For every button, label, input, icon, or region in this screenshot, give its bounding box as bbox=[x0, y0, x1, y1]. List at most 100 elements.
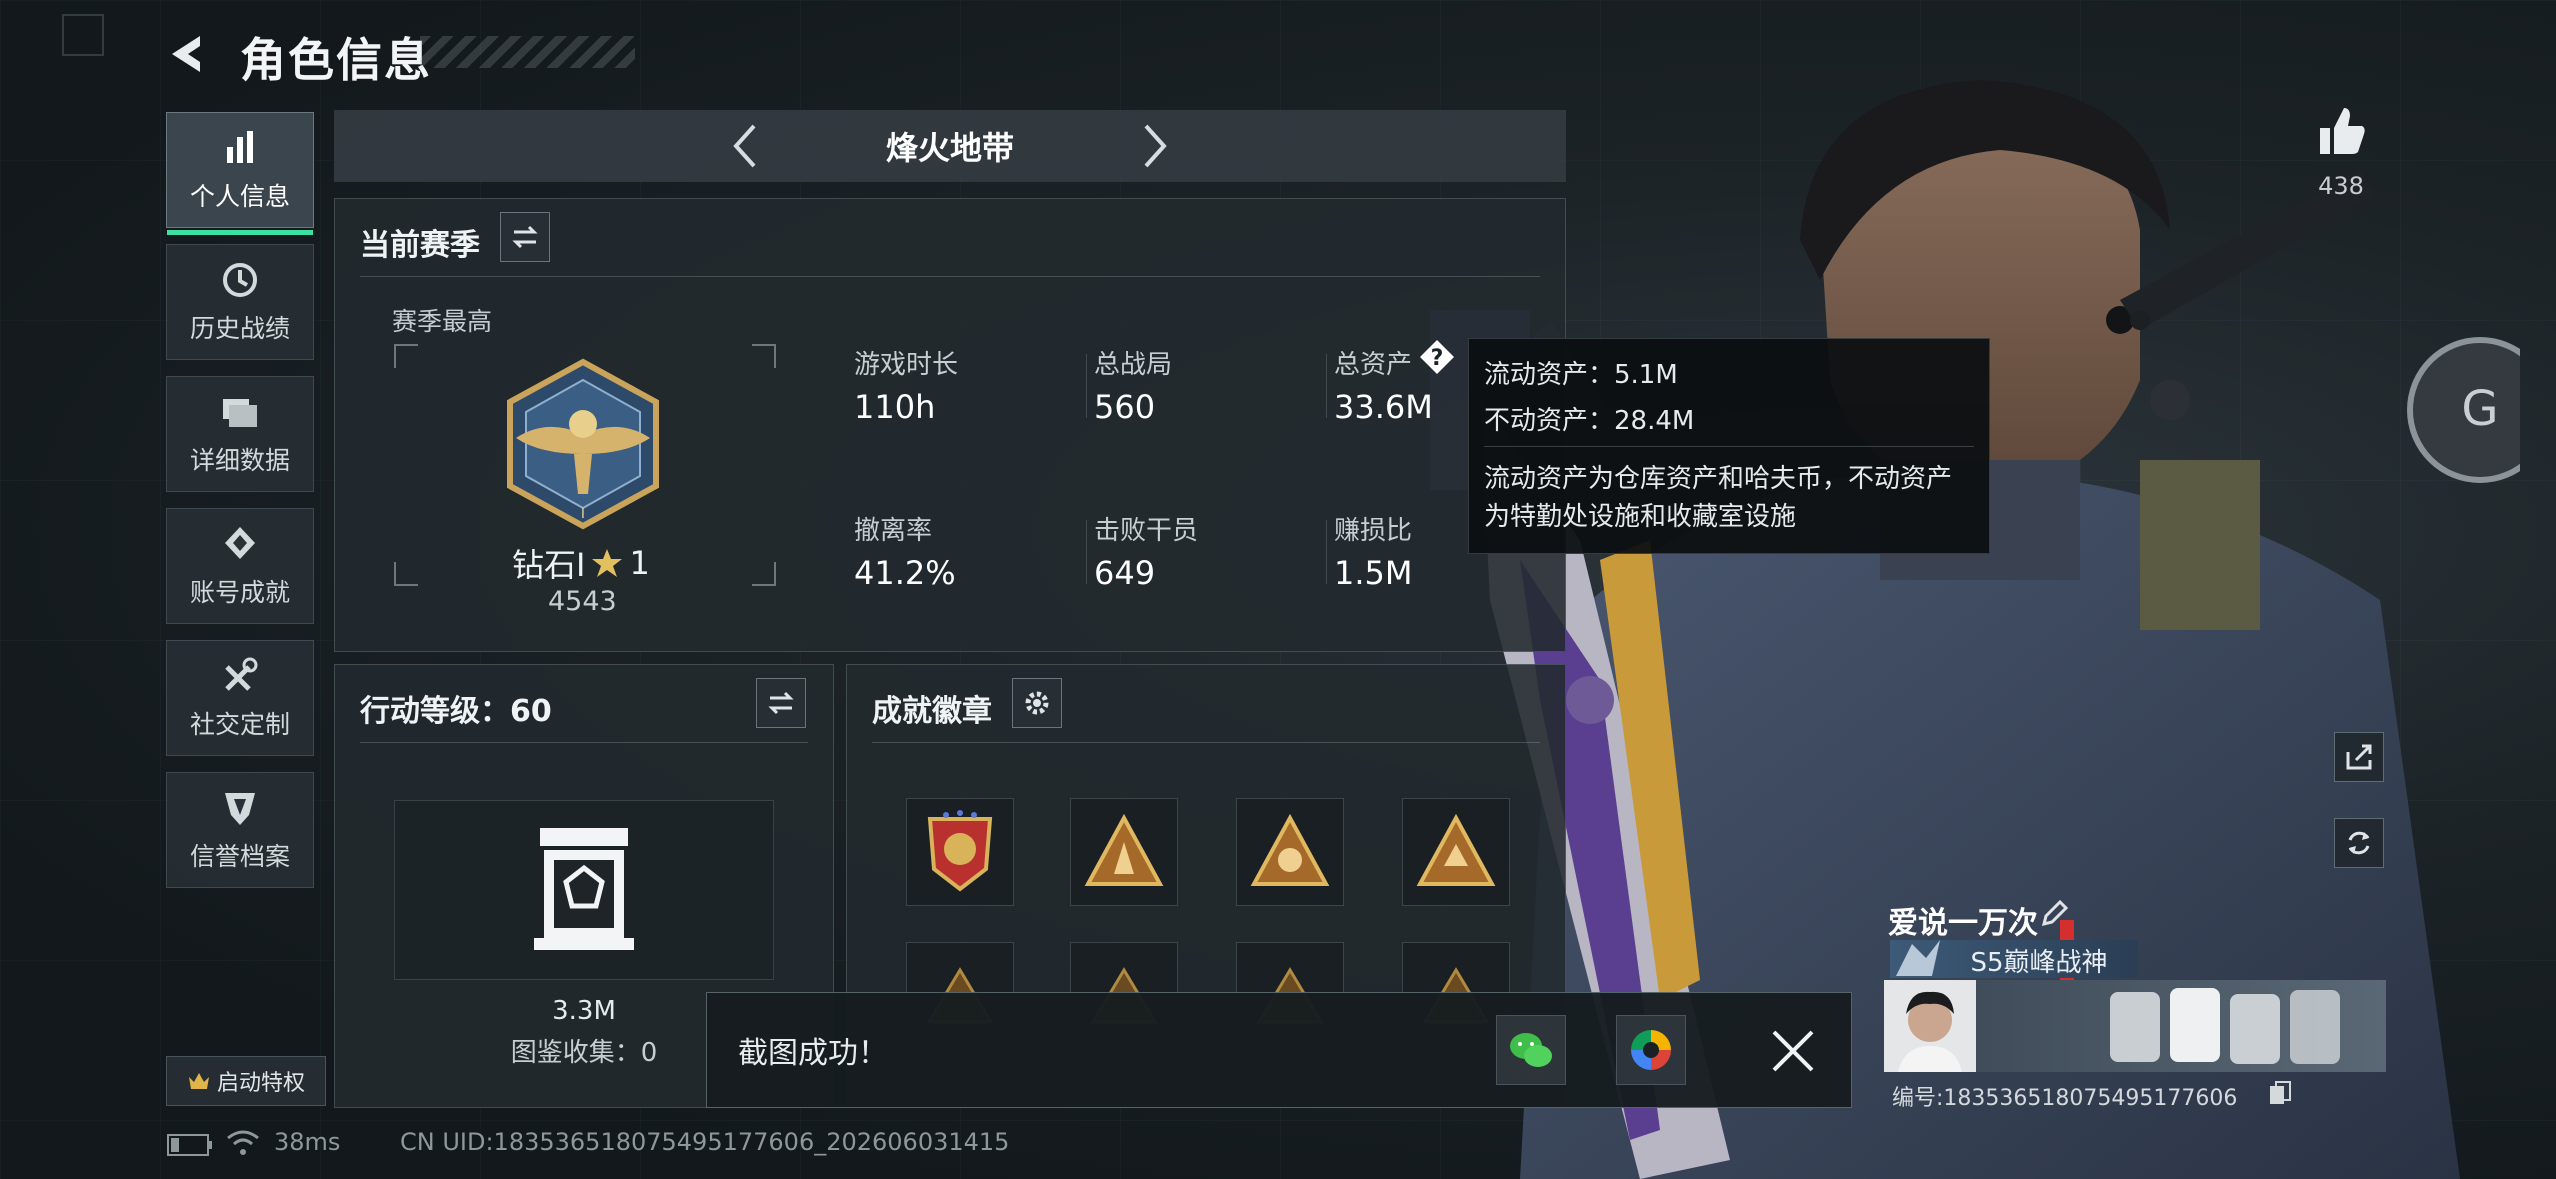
stat-separator bbox=[1326, 354, 1327, 418]
achievement-badge[interactable] bbox=[1402, 798, 1510, 906]
shield-icon bbox=[225, 793, 255, 825]
sidebar-item-personal-info[interactable]: 个人信息 bbox=[166, 112, 314, 235]
sidebar-item-label: 信誉档案 bbox=[189, 842, 290, 871]
close-icon[interactable] bbox=[1766, 1024, 1820, 1078]
stat-label-playtime: 游戏时长 bbox=[854, 350, 959, 380]
frame-corner bbox=[394, 344, 418, 368]
sidebar-item-label: 详细数据 bbox=[189, 446, 290, 475]
stat-value-extract-rate: 41.2% bbox=[854, 554, 956, 592]
stat-label-extract-rate: 撤离率 bbox=[854, 516, 933, 546]
achievement-badge[interactable] bbox=[1236, 798, 1344, 906]
like-count: 438 bbox=[2318, 172, 2364, 200]
share-button[interactable] bbox=[2334, 732, 2384, 782]
achievements-title: 成就徽章 bbox=[872, 694, 992, 729]
chevron-left-icon[interactable] bbox=[720, 118, 776, 174]
divider bbox=[872, 742, 1540, 743]
ping-value: 38ms bbox=[274, 1128, 341, 1156]
share-wechat-button[interactable] bbox=[1496, 1015, 1566, 1085]
mode-title: 烽火地带 bbox=[885, 129, 1014, 167]
thumbs-up-icon[interactable] bbox=[2314, 104, 2368, 158]
rank-emblem-icon: I bbox=[507, 358, 659, 530]
divider bbox=[360, 276, 1540, 277]
stat-label-matches: 总战局 bbox=[1094, 350, 1173, 380]
stat-separator bbox=[1326, 520, 1327, 584]
stat-value-assets: 33.6M bbox=[1334, 388, 1433, 426]
tooltip-liquid-assets: 流动资产：5.1M bbox=[1484, 360, 1678, 390]
tools-icon bbox=[225, 657, 258, 691]
svg-text:?: ? bbox=[1431, 346, 1444, 371]
player-id: 编号:1835365180754951776​06 bbox=[1892, 1086, 2238, 1111]
sidebar-item-history[interactable]: 历史战绩 bbox=[166, 244, 314, 360]
sidebar-item-label: 账号成就 bbox=[189, 578, 290, 607]
title-decoration bbox=[420, 36, 635, 68]
season-title: 当前赛季 bbox=[360, 228, 480, 263]
wifi-icon bbox=[227, 1130, 259, 1155]
rank-name-row: 钻石Ⅰ 1 bbox=[512, 540, 650, 586]
achievement-badge[interactable] bbox=[906, 798, 1014, 906]
refresh-button[interactable] bbox=[2334, 818, 2384, 868]
frame-corner bbox=[752, 344, 776, 368]
gear-icon bbox=[1025, 691, 1049, 715]
stat-value-profit-ratio: 1.5M bbox=[1334, 554, 1413, 592]
privilege-label: 启动特权 bbox=[216, 1071, 305, 1096]
divider bbox=[360, 742, 808, 743]
stat-label-assets: 总资产 bbox=[1334, 350, 1413, 380]
action-level-switch-button[interactable] bbox=[756, 678, 806, 728]
wechat-icon bbox=[1510, 1033, 1552, 1067]
rank-points: 4543 bbox=[548, 586, 617, 617]
active-indicator bbox=[167, 230, 313, 235]
share-moments-button[interactable] bbox=[1616, 1015, 1686, 1085]
season-best-label: 赛季最高 bbox=[392, 307, 493, 336]
title-badge-icon bbox=[1896, 940, 1940, 976]
back-arrow-icon[interactable] bbox=[160, 26, 216, 82]
privilege-icon bbox=[188, 1073, 209, 1089]
tooltip-fixed-assets: 不动资产：28.4M bbox=[1484, 406, 1695, 436]
folder-icon bbox=[223, 399, 257, 427]
svg-text:G: G bbox=[2461, 381, 2498, 437]
sidebar-item-achievements[interactable]: 账号成就 bbox=[166, 508, 314, 624]
swap-icon bbox=[768, 691, 794, 715]
stat-separator bbox=[1086, 354, 1087, 418]
page-title: 角色信息 bbox=[240, 33, 432, 87]
assets-help-icon[interactable]: ? bbox=[1418, 338, 1456, 376]
bar-chart-icon bbox=[227, 131, 253, 163]
moments-icon bbox=[1631, 1030, 1671, 1070]
share-icon bbox=[2346, 744, 2372, 770]
action-level-title: 行动等级：60 bbox=[360, 694, 552, 729]
svg-text:I: I bbox=[581, 506, 585, 522]
tooltip-description-1: 流动资产为仓库资产和哈夫币，不动资产 bbox=[1484, 464, 1953, 494]
badge-icon bbox=[225, 527, 255, 559]
frame-corner bbox=[752, 562, 776, 586]
battery-icon bbox=[167, 1134, 212, 1156]
sidebar-item-detailed-data[interactable]: 详细数据 bbox=[166, 376, 314, 492]
sidebar-item-label: 个人信息 bbox=[189, 182, 290, 211]
banner-dogtags bbox=[2110, 988, 2340, 1064]
achievements-settings-button[interactable] bbox=[1012, 678, 1062, 728]
sidebar-item-label: 社交定制 bbox=[189, 710, 290, 739]
stat-value-playtime: 110h bbox=[854, 388, 936, 426]
tooltip-description-2: 为特勤处设施和收藏室设施 bbox=[1484, 502, 1797, 532]
copy-icon[interactable] bbox=[2268, 1080, 2292, 1108]
launch-privilege-button[interactable]: 启动特权 bbox=[166, 1056, 326, 1106]
stat-label-kills: 击败干员 bbox=[1094, 516, 1199, 546]
clock-icon bbox=[223, 263, 257, 297]
stat-value-kills: 649 bbox=[1094, 554, 1156, 592]
achievement-badge[interactable] bbox=[1070, 798, 1178, 906]
swap-icon bbox=[512, 225, 538, 249]
avatar[interactable] bbox=[1884, 980, 1976, 1072]
season-switch-button[interactable] bbox=[500, 212, 550, 262]
stat-value-matches: 560 bbox=[1094, 388, 1156, 426]
frame-corner bbox=[394, 562, 418, 586]
refresh-icon bbox=[2348, 831, 2370, 855]
chevron-right-icon[interactable] bbox=[1124, 118, 1180, 174]
star-icon bbox=[592, 549, 623, 577]
corner-decoration bbox=[62, 14, 104, 56]
stat-label-profit-ratio: 赚损比 bbox=[1334, 516, 1413, 546]
stat-separator bbox=[1086, 520, 1087, 584]
edit-icon[interactable] bbox=[2040, 900, 2068, 928]
sidebar-item-reputation[interactable]: 信誉档案 bbox=[166, 772, 314, 888]
sidebar-item-social[interactable]: 社交定制 bbox=[166, 640, 314, 756]
rank-name: 钻石Ⅰ bbox=[512, 546, 586, 584]
toast-message: 截图成功！ bbox=[738, 1036, 888, 1071]
collection-case-icon bbox=[534, 828, 634, 950]
